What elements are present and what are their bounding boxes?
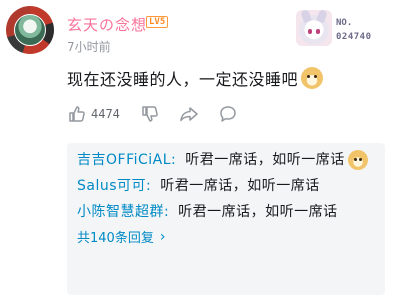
like-button[interactable]: 4474 [67, 104, 120, 124]
share-button[interactable] [178, 104, 200, 124]
reply-item[interactable]: 小陈智慧超群: 听君一席话，如听一席话 [77, 201, 375, 223]
user-avatar[interactable] [6, 6, 54, 54]
comment-username[interactable]: 玄天の念想 [67, 14, 147, 35]
more-replies-label: 共140条回复 [77, 231, 154, 246]
comment-content: 现在还没睡的人，一定还没睡吧 [67, 66, 324, 90]
reply-item[interactable]: Salus可可: 听君一席话，如听一席话 [77, 175, 375, 197]
comment-time: 7小时前 [67, 40, 111, 54]
doge-emoji-icon [347, 150, 368, 170]
reply-separator: : [171, 152, 177, 168]
thumbs-up-icon [69, 106, 85, 122]
reply-preview-box: 吉吉OFFiCiAL: 听君一席话，如听一席话 Salus可可: 听君一席话，如… [67, 143, 385, 295]
reply-separator: : [146, 178, 152, 194]
reply-text: 听君一席话，如听一席话 [185, 152, 345, 168]
fan-badge-card[interactable]: NO. 024740 [296, 8, 400, 46]
reply-item[interactable]: 吉吉OFFiCiAL: 听君一席话，如听一席话 [77, 149, 375, 171]
fan-card-number: 024740 [336, 32, 372, 42]
reply-username[interactable]: 小陈智慧超群 [77, 204, 164, 220]
comment-action-bar: 4474 [67, 102, 238, 126]
fan-card-no-label: NO. [336, 18, 353, 28]
level-badge: LV5 [146, 16, 169, 28]
comment-icon [220, 106, 236, 122]
doge-emoji-icon [301, 67, 324, 89]
view-more-replies-link[interactable]: 共140条回复 › [77, 227, 375, 247]
reply-username[interactable]: Salus可可 [77, 178, 146, 194]
chevron-right-icon: › [159, 228, 166, 245]
dislike-button[interactable] [140, 104, 160, 124]
reply-username[interactable]: 吉吉OFFiCiAL [77, 152, 171, 168]
like-count: 4474 [91, 107, 120, 121]
share-icon [180, 107, 198, 122]
thumbs-down-icon [142, 106, 158, 122]
reply-text: 听君一席话，如听一席话 [178, 204, 338, 220]
fan-card-character-image [296, 8, 332, 46]
comment-text: 现在还没睡的人，一定还没睡吧 [67, 70, 299, 89]
reply-text: 听君一席话，如听一席话 [160, 178, 320, 194]
avatar-image [14, 14, 46, 46]
reply-button[interactable] [218, 104, 238, 124]
reply-separator: : [164, 204, 170, 220]
